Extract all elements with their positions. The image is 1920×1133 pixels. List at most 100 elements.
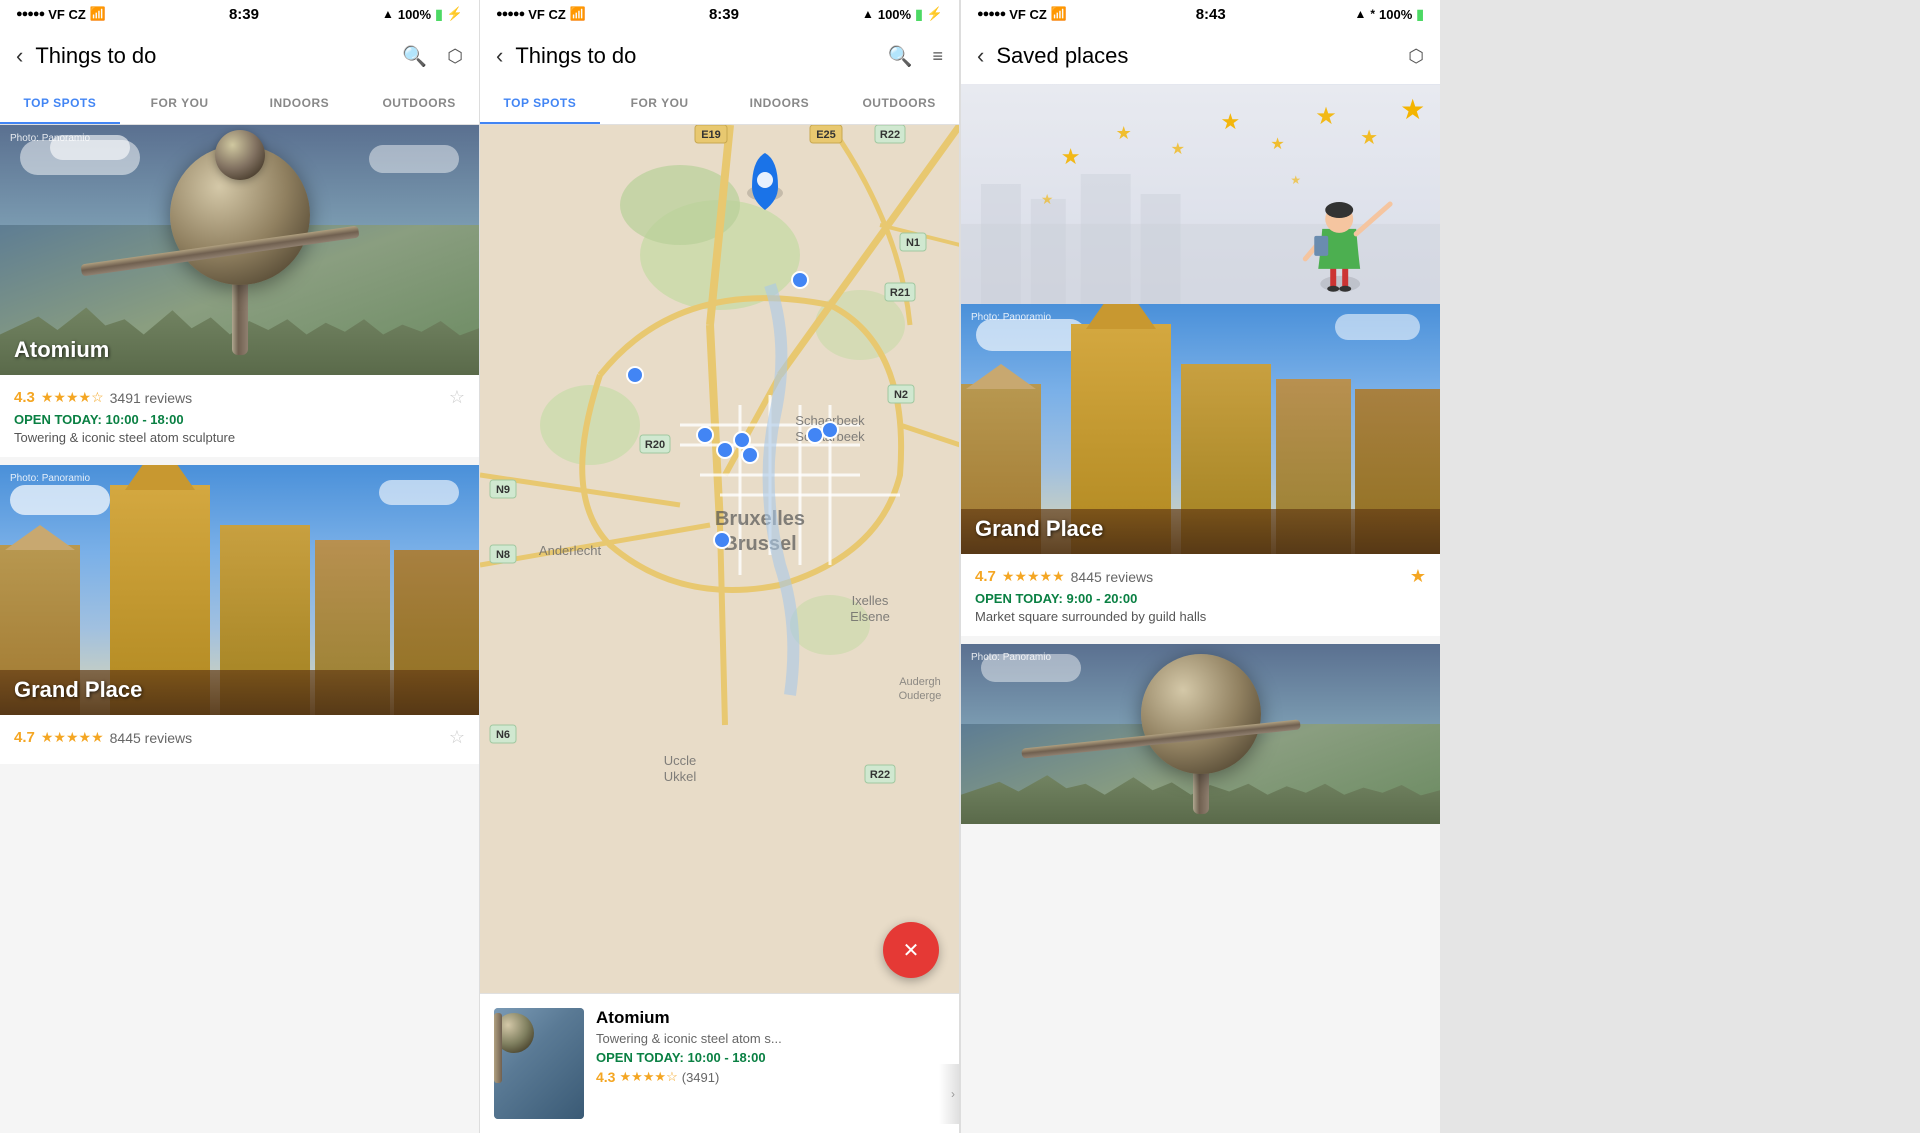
screen3-panel: ●●●●● VF CZ 📶 8:43 ▲ * 100% ▮ ‹ Saved pl… — [960, 0, 1440, 1133]
tab-outdoors-2[interactable]: OUTDOORS — [839, 84, 959, 124]
svg-text:R22: R22 — [880, 129, 900, 141]
status-bar-2: ●●●●● VF CZ 📶 8:39 ▲ 100% ▮ ⚡ — [480, 0, 959, 28]
grandplace-info: 4.7 ★★★★★ 8445 reviews ☆ — [0, 715, 479, 764]
popup-stars: ★★★★☆ — [619, 1069, 677, 1085]
back-button-2[interactable]: ‹ — [496, 43, 503, 69]
svg-text:N8: N8 — [496, 549, 510, 561]
map-area[interactable]: E19 E25 R22 N1 R21 N2 R20 N9 N8 — [480, 125, 959, 1133]
popup-rating-num: 4.3 — [596, 1069, 615, 1085]
svg-text:N1: N1 — [906, 237, 920, 249]
battery-icon-3: ▮ — [1416, 6, 1424, 23]
tab-top-spots-2[interactable]: TOP SPOTS — [480, 84, 600, 124]
atomium-desc: Towering & iconic steel atom sculpture — [14, 430, 465, 445]
battery-icon: ▮ — [435, 6, 443, 23]
atomium-info: 4.3 ★★★★☆ 3491 reviews ☆ OPEN TODAY: 10:… — [0, 375, 479, 457]
signal-icon-3: ●●●●● — [977, 8, 1005, 20]
saved-card-atomium[interactable]: Photo: Panoramio — [961, 644, 1440, 824]
tab-for-you-2[interactable]: FOR YOU — [600, 84, 720, 124]
svg-text:★: ★ — [1171, 141, 1185, 158]
saved-content: Photo: Panoramio Grand Place 4.7 ★★★★★ 8… — [961, 304, 1440, 1133]
status-bar-1: ●●●●● VF CZ 📶 8:39 ▲ 100% ▮ ⚡ — [0, 0, 479, 28]
tabs-2: TOP SPOTS FOR YOU INDOORS OUTDOORS — [480, 84, 959, 125]
hero-illustration: ★ ★ ★ ★ ★ ★ ★ ★ ★ ★ — [961, 84, 1440, 304]
location-icon-2: ▲ — [862, 7, 874, 21]
svg-text:★: ★ — [1270, 136, 1284, 153]
tab-indoors-1[interactable]: INDOORS — [240, 84, 360, 124]
popup-scroll-hint: › — [939, 1064, 959, 1124]
nav-bar-2: ‹ Things to do 🔍 ≡ — [480, 28, 959, 84]
saved-card-grandplace[interactable]: Photo: Panoramio Grand Place 4.7 ★★★★★ 8… — [961, 304, 1440, 636]
saved-gp-desc: Market square surrounded by guild halls — [975, 609, 1426, 624]
grandplace-reviews: 8445 reviews — [110, 730, 193, 746]
svg-text:★: ★ — [1116, 123, 1132, 143]
saved-grandplace-image: Photo: Panoramio Grand Place — [961, 304, 1440, 554]
screen2-panel: ●●●●● VF CZ 📶 8:39 ▲ 100% ▮ ⚡ ‹ Things t… — [480, 0, 960, 1133]
popup-name: Atomium — [596, 1008, 945, 1028]
fab-button[interactable]: ✕ — [883, 922, 939, 978]
grandplace-rating-num: 4.7 — [14, 729, 35, 746]
saved-gp-reviews: 8445 reviews — [1071, 569, 1154, 585]
svg-text:N2: N2 — [894, 389, 908, 401]
svg-text:R20: R20 — [645, 439, 665, 451]
map-icon-1[interactable]: ⬡ — [447, 46, 463, 67]
grandplace-name-label: Grand Place — [14, 677, 142, 703]
carrier-label-3: VF CZ — [1009, 7, 1047, 22]
list-icon-2[interactable]: ≡ — [932, 46, 943, 67]
grandplace-fav-button[interactable]: ☆ — [449, 727, 465, 748]
time-label-2: 8:39 — [709, 6, 739, 23]
svg-text:E25: E25 — [816, 129, 836, 141]
map-svg: E19 E25 R22 N1 R21 N2 R20 N9 N8 — [480, 125, 959, 995]
svg-text:Ouderge: Ouderge — [899, 690, 942, 702]
photo-credit-saved-gp: Photo: Panoramio — [971, 312, 1051, 323]
svg-text:★: ★ — [1400, 94, 1425, 125]
back-button-3[interactable]: ‹ — [977, 43, 984, 69]
battery-icon-2: ▮ — [915, 6, 923, 23]
svg-text:E19: E19 — [701, 129, 721, 141]
tab-indoors-2[interactable]: INDOORS — [720, 84, 840, 124]
svg-text:Ixelles: Ixelles — [852, 593, 889, 608]
battery-label-3: 100% — [1379, 7, 1412, 22]
svg-text:Elsene: Elsene — [850, 609, 890, 624]
nav-bar-3: ‹ Saved places ⬡ — [961, 28, 1440, 84]
search-icon-1[interactable]: 🔍 — [402, 44, 427, 69]
atomium-reviews: 3491 reviews — [110, 390, 193, 406]
tab-outdoors-1[interactable]: OUTDOORS — [359, 84, 479, 124]
status-left-3: ●●●●● VF CZ 📶 — [977, 6, 1067, 22]
place-card-grandplace[interactable]: Photo: Panoramio Grand Place 4.7 ★★★★★ 8… — [0, 465, 479, 764]
screen3-title: Saved places — [996, 43, 1388, 69]
atomium-fav-button[interactable]: ☆ — [449, 387, 465, 408]
signal-icon: ●●●●● — [16, 8, 44, 20]
tab-top-spots-1[interactable]: TOP SPOTS — [0, 84, 120, 124]
svg-text:★: ★ — [1041, 191, 1054, 207]
battery-label: 100% — [398, 7, 431, 22]
saved-atomium-image: Photo: Panoramio — [961, 644, 1440, 824]
popup-desc: Towering & iconic steel atom s... — [596, 1031, 945, 1046]
grandplace-rating-row: 4.7 ★★★★★ 8445 reviews ☆ — [14, 727, 465, 748]
photo-credit-atomium: Photo: Panoramio — [10, 133, 90, 144]
time-label-1: 8:39 — [229, 6, 259, 23]
tab-for-you-1[interactable]: FOR YOU — [120, 84, 240, 124]
grandplace-image: Photo: Panoramio Grand Place — [0, 465, 479, 715]
bluetooth-icon: * — [1370, 7, 1375, 21]
charging-icon-2: ⚡ — [927, 6, 943, 22]
screen1-title: Things to do — [35, 43, 382, 69]
atomium-rating-num: 4.3 — [14, 389, 35, 406]
saved-gp-fav-button[interactable]: ★ — [1410, 566, 1426, 587]
saved-gp-stars: ★★★★★ — [1002, 568, 1065, 585]
location-icon-3: ▲ — [1354, 7, 1366, 21]
svg-text:R22: R22 — [870, 769, 890, 781]
atomium-image: Photo: Panoramio Atomium — [0, 125, 479, 375]
svg-text:Brussel: Brussel — [723, 533, 796, 555]
status-bar-3: ●●●●● VF CZ 📶 8:43 ▲ * 100% ▮ — [961, 0, 1440, 28]
back-button-1[interactable]: ‹ — [16, 43, 23, 69]
search-icon-2[interactable]: 🔍 — [888, 44, 913, 69]
screen2-title: Things to do — [515, 43, 867, 69]
svg-text:★: ★ — [1360, 127, 1378, 149]
saved-grandplace-label: Grand Place — [975, 516, 1103, 542]
svg-text:Anderlecht: Anderlecht — [539, 543, 602, 558]
map-icon-3[interactable]: ⬡ — [1408, 46, 1424, 67]
saved-gp-rating-num: 4.7 — [975, 568, 996, 585]
svg-text:★: ★ — [1315, 103, 1336, 130]
place-card-atomium[interactable]: Photo: Panoramio Atomium 4.3 ★★★★☆ 3491 … — [0, 125, 479, 457]
map-popup-card[interactable]: Atomium Towering & iconic steel atom s..… — [480, 993, 959, 1133]
